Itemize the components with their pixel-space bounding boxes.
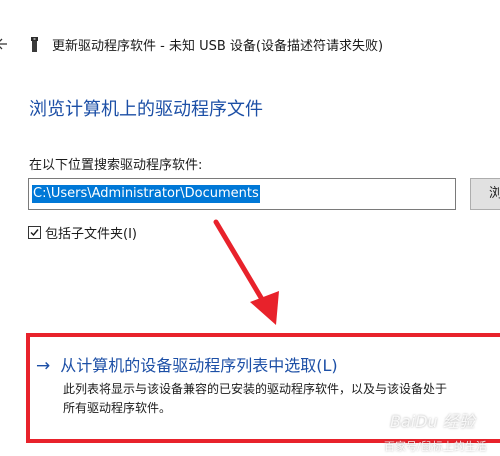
update-driver-window: 更新驱动程序软件 - 未知 USB 设备(设备描述符请求失败) 浏览计算机上的驱…: [0, 0, 500, 456]
include-subfolders-label: 包括子文件夹(I): [45, 226, 137, 242]
checkmark-icon: [30, 228, 39, 236]
right-arrow-icon: →: [36, 356, 51, 376]
pick-from-driver-list-label: 从计算机的设备驱动程序列表中选取(L): [60, 356, 338, 375]
include-subfolders-checkbox[interactable]: [28, 225, 41, 239]
usb-device-icon: [31, 37, 38, 52]
browse-button[interactable]: 浏: [470, 178, 500, 210]
pick-description-line-1: 此列表将显示与该设备兼容的已安装的驱动程序软件，以及与该设备处于: [63, 382, 448, 396]
page-heading: 浏览计算机上的驱动程序文件: [29, 99, 263, 120]
driver-path-value: C:\Users\Administrator\Documents: [32, 185, 260, 203]
driver-path-input[interactable]: C:\Users\Administrator\Documents: [28, 178, 456, 210]
include-subfolders-checkbox-row[interactable]: 包括子文件夹(I): [28, 223, 137, 242]
search-location-label: 在以下位置搜索驱动程序软件:: [29, 158, 203, 173]
pick-description-line-2: 所有驱动程序软件。: [63, 401, 172, 415]
pick-from-driver-list-link[interactable]: → 从计算机的设备驱动程序列表中选取(L): [36, 356, 338, 376]
window-title: 更新驱动程序软件 - 未知 USB 设备(设备描述符请求失败): [52, 39, 384, 54]
back-arrow-icon[interactable]: [0, 34, 10, 54]
pick-option-description: 此列表将显示与该设备兼容的已安装的驱动程序软件，以及与该设备处于 所有驱动程序软…: [63, 380, 500, 418]
